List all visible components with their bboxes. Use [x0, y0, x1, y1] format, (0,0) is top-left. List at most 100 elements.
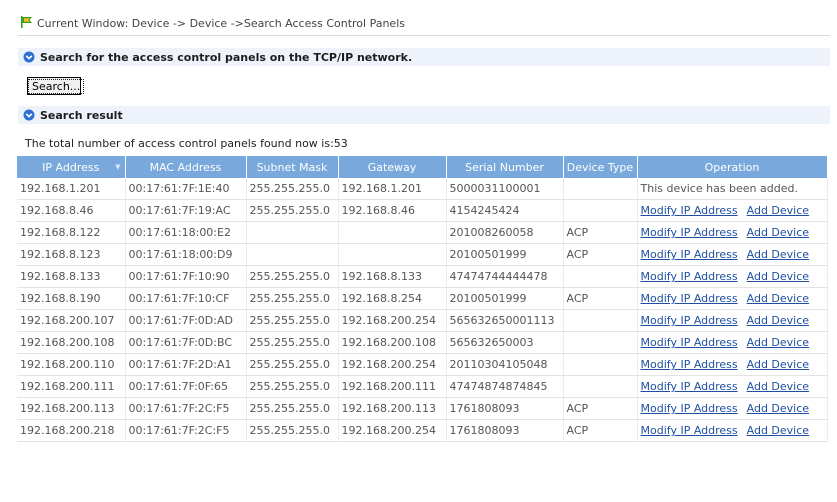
modify-ip-link[interactable]: Modify IP Address — [641, 292, 738, 305]
table-header-row: IP Address ▼ MAC Address Subnet Mask Gate… — [17, 156, 828, 178]
cell-mac: 00:17:61:7F:0F:65 — [125, 375, 247, 398]
cell-operation-status: This device has been added. — [637, 178, 828, 200]
cell-device-type: ACP — [563, 419, 638, 442]
modify-ip-link[interactable]: Modify IP Address — [641, 270, 738, 283]
cell-serial: 4154245424 — [446, 199, 564, 222]
cell-mask: 255.255.255.0 — [246, 199, 339, 222]
cell-mask: 255.255.255.0 — [246, 178, 339, 200]
flag-icon — [20, 15, 34, 31]
cell-device-type — [563, 375, 638, 398]
table-row: 192.168.8.46 00:17:61:7F:19:AC 255.255.2… — [17, 199, 828, 222]
table-row: 192.168.1.201 00:17:61:7F:1E:40 255.255.… — [17, 178, 828, 200]
cell-mac: 00:17:61:18:00:E2 — [125, 221, 247, 244]
cell-operation: Modify IP Address Add Device — [637, 243, 828, 266]
cell-mask: 255.255.255.0 — [246, 353, 339, 376]
cell-ip: 192.168.1.201 — [17, 178, 126, 200]
modify-ip-link[interactable]: Modify IP Address — [641, 248, 738, 261]
cell-mac: 00:17:61:7F:2D:A1 — [125, 353, 247, 376]
cell-device-type — [563, 309, 638, 332]
cell-operation: Modify IP Address Add Device — [637, 309, 828, 332]
modify-ip-link[interactable]: Modify IP Address — [641, 424, 738, 437]
column-header-device-type[interactable]: Device Type — [563, 156, 638, 178]
cell-device-type — [563, 199, 638, 222]
cell-mask: 255.255.255.0 — [246, 265, 339, 288]
column-header-mac[interactable]: MAC Address — [125, 156, 247, 178]
modify-ip-link[interactable]: Modify IP Address — [641, 358, 738, 371]
add-device-link[interactable]: Add Device — [747, 402, 809, 415]
column-header-gateway[interactable]: Gateway — [338, 156, 447, 178]
cell-gateway — [338, 221, 447, 244]
column-header-mask[interactable]: Subnet Mask — [246, 156, 339, 178]
divider — [18, 35, 830, 36]
column-header-serial[interactable]: Serial Number — [446, 156, 564, 178]
breadcrumb: Current Window: Device -> Device ->Searc… — [20, 13, 405, 33]
sort-icon[interactable]: ▼ — [115, 163, 120, 171]
cell-gateway: 192.168.200.111 — [338, 375, 447, 398]
cell-serial: 565632650001113 — [446, 309, 564, 332]
cell-operation: Modify IP Address Add Device — [637, 353, 828, 376]
cell-mask: 255.255.255.0 — [246, 331, 339, 354]
cell-operation: Modify IP Address Add Device — [637, 199, 828, 222]
cell-mask — [246, 243, 339, 266]
cell-gateway — [338, 243, 447, 266]
cell-gateway: 192.168.8.46 — [338, 199, 447, 222]
add-device-link[interactable]: Add Device — [747, 314, 809, 327]
table-row: 192.168.200.113 00:17:61:7F:2C:F5 255.25… — [17, 397, 828, 420]
cell-mac: 00:17:61:7F:2C:F5 — [125, 397, 247, 420]
cell-operation: Modify IP Address Add Device — [637, 287, 828, 310]
search-section-header[interactable]: Search for the access control panels on … — [18, 48, 830, 66]
cell-operation: Modify IP Address Add Device — [637, 397, 828, 420]
cell-serial: 20110304105048 — [446, 353, 564, 376]
table-row: 192.168.200.111 00:17:61:7F:0F:65 255.25… — [17, 375, 828, 398]
add-device-link[interactable]: Add Device — [747, 204, 809, 217]
cell-mac: 00:17:61:7F:19:AC — [125, 199, 247, 222]
cell-mask — [246, 221, 339, 244]
table-row: 192.168.200.108 00:17:61:7F:0D:BC 255.25… — [17, 331, 828, 354]
add-device-link[interactable]: Add Device — [747, 226, 809, 239]
table-row: 192.168.200.107 00:17:61:7F:0D:AD 255.25… — [17, 309, 828, 332]
modify-ip-link[interactable]: Modify IP Address — [641, 204, 738, 217]
modify-ip-link[interactable]: Modify IP Address — [641, 402, 738, 415]
add-device-link[interactable]: Add Device — [747, 424, 809, 437]
cell-gateway: 192.168.200.113 — [338, 397, 447, 420]
cell-ip: 192.168.8.123 — [17, 243, 126, 266]
search-button-label: Search... — [28, 78, 85, 94]
modify-ip-link[interactable]: Modify IP Address — [641, 380, 738, 393]
cell-ip: 192.168.200.218 — [17, 419, 126, 442]
add-device-link[interactable]: Add Device — [747, 336, 809, 349]
result-section-header[interactable]: Search result — [18, 106, 830, 124]
cell-operation: Modify IP Address Add Device — [637, 265, 828, 288]
breadcrumb-text: Current Window: Device -> Device ->Searc… — [37, 16, 405, 30]
chevron-down-circle-icon[interactable] — [23, 51, 35, 63]
chevron-down-circle-icon[interactable] — [23, 109, 35, 121]
cell-serial: 1761808093 — [446, 397, 564, 420]
cell-serial: 20100501999 — [446, 287, 564, 310]
cell-mask: 255.255.255.0 — [246, 375, 339, 398]
modify-ip-link[interactable]: Modify IP Address — [641, 226, 738, 239]
cell-mac: 00:17:61:7F:0D:AD — [125, 309, 247, 332]
cell-gateway: 192.168.200.254 — [338, 309, 447, 332]
column-header-operation[interactable]: Operation — [637, 156, 828, 178]
search-button[interactable]: Search... — [27, 77, 85, 95]
cell-gateway: 192.168.200.108 — [338, 331, 447, 354]
cell-mask: 255.255.255.0 — [246, 287, 339, 310]
cell-serial: 1761808093 — [446, 419, 564, 442]
cell-device-type: ACP — [563, 397, 638, 420]
cell-serial: 5000031100001 — [446, 178, 564, 200]
add-device-link[interactable]: Add Device — [747, 358, 809, 371]
add-device-link[interactable]: Add Device — [747, 292, 809, 305]
cell-gateway: 192.168.8.133 — [338, 265, 447, 288]
cell-operation: Modify IP Address Add Device — [637, 375, 828, 398]
add-device-link[interactable]: Add Device — [747, 380, 809, 393]
column-header-ip[interactable]: IP Address ▼ — [17, 156, 126, 178]
add-device-link[interactable]: Add Device — [747, 270, 809, 283]
modify-ip-link[interactable]: Modify IP Address — [641, 314, 738, 327]
cell-gateway: 192.168.200.254 — [338, 419, 447, 442]
add-device-link[interactable]: Add Device — [747, 248, 809, 261]
cell-ip: 192.168.8.133 — [17, 265, 126, 288]
cell-ip: 192.168.200.110 — [17, 353, 126, 376]
modify-ip-link[interactable]: Modify IP Address — [641, 336, 738, 349]
cell-mac: 00:17:61:7F:0D:BC — [125, 331, 247, 354]
cell-device-type: ACP — [563, 243, 638, 266]
cell-operation: Modify IP Address Add Device — [637, 419, 828, 442]
